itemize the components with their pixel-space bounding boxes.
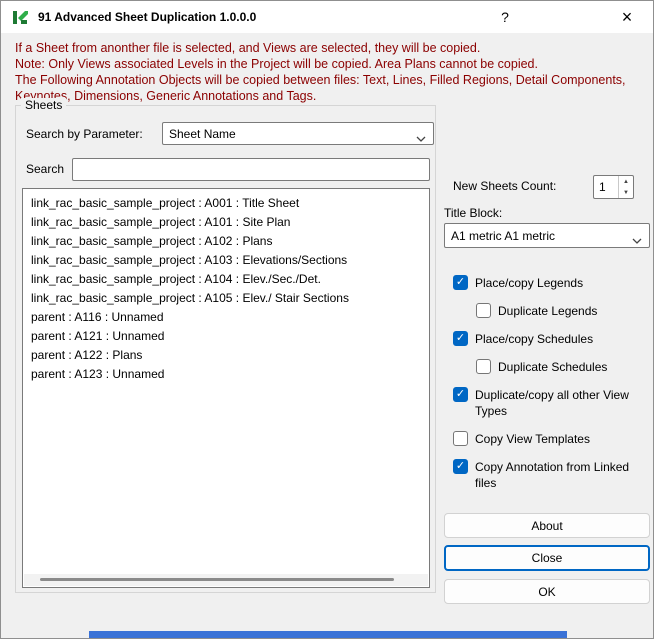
stepper-down-icon[interactable]: ▼ <box>619 187 633 198</box>
checkbox-unchecked-icon <box>453 431 468 446</box>
checkbox-checked-icon: ✓ <box>453 387 468 402</box>
window-title: 91 Advanced Sheet Duplication 1.0.0.0 <box>38 10 257 24</box>
checkbox-copy-annotation-from-linked-files[interactable]: ✓ Copy Annotation from Linked files <box>453 459 653 491</box>
close-button[interactable]: Close <box>444 545 650 571</box>
checkbox-unchecked-icon <box>476 303 491 318</box>
note-line-1: If a Sheet from anonther file is selecte… <box>15 41 481 55</box>
list-item[interactable]: link_rac_basic_sample_project : A105 : E… <box>23 289 429 308</box>
search-label: Search <box>26 162 65 176</box>
new-sheets-count-value: 1 <box>599 180 606 194</box>
title-block-label: Title Block: <box>444 206 503 220</box>
checkbox-label: Duplicate Schedules <box>498 360 608 374</box>
sheets-groupbox: Sheets Search by Parameter: Sheet Name S… <box>15 98 436 593</box>
list-item[interactable]: parent : A121 : Unnamed <box>23 327 429 346</box>
list-item[interactable]: parent : A116 : Unnamed <box>23 308 429 327</box>
checkbox-checked-icon: ✓ <box>453 275 468 290</box>
title-block-dropdown[interactable]: A1 metric A1 metric <box>444 223 650 248</box>
titlebar: 91 Advanced Sheet Duplication 1.0.0.0 ? … <box>1 1 653 33</box>
list-item[interactable]: link_rac_basic_sample_project : A103 : E… <box>23 251 429 270</box>
checkbox-duplicate-schedules[interactable]: Duplicate Schedules <box>476 359 653 375</box>
checkbox-duplicate-legends[interactable]: Duplicate Legends <box>476 303 653 319</box>
parameter-dropdown-value: Sheet Name <box>169 126 236 141</box>
list-item[interactable]: link_rac_basic_sample_project : A101 : S… <box>23 213 429 232</box>
search-by-parameter-label: Search by Parameter: <box>26 127 143 141</box>
new-sheets-count-label: New Sheets Count: <box>453 179 557 193</box>
list-item[interactable]: link_rac_basic_sample_project : A001 : T… <box>23 194 429 213</box>
note-line-3: The Following Annotation Objects will be… <box>15 73 626 103</box>
sheet-list: link_rac_basic_sample_project : A001 : T… <box>23 189 429 384</box>
chevron-down-icon <box>632 233 642 247</box>
checkbox-label: Copy View Templates <box>475 432 590 446</box>
checkbox-label: Place/copy Legends <box>475 276 584 290</box>
checkbox-place-copy-legends[interactable]: ✓ Place/copy Legends <box>453 275 653 291</box>
stepper-buttons: ▲ ▼ <box>618 176 633 198</box>
chevron-down-icon <box>416 131 426 145</box>
checkbox-checked-icon: ✓ <box>453 331 468 346</box>
ok-button[interactable]: OK <box>444 579 650 604</box>
dialog-window: 91 Advanced Sheet Duplication 1.0.0.0 ? … <box>0 0 654 639</box>
stepper-up-icon[interactable]: ▲ <box>619 176 633 187</box>
checkbox-unchecked-icon <box>476 359 491 374</box>
help-button[interactable]: ? <box>489 1 521 33</box>
scrollbar-thumb[interactable] <box>40 578 394 581</box>
new-sheets-count-stepper[interactable]: 1 ▲ ▼ <box>593 175 634 199</box>
parameter-dropdown[interactable]: Sheet Name <box>162 122 434 145</box>
checkbox-duplicate-copy-all-other-view-types[interactable]: ✓ Duplicate/copy all other View Types <box>453 387 653 419</box>
about-button[interactable]: About <box>444 513 650 538</box>
list-item[interactable]: link_rac_basic_sample_project : A102 : P… <box>23 232 429 251</box>
sheets-groupbox-title: Sheets <box>21 98 67 112</box>
background-window-strip <box>89 631 567 638</box>
list-item[interactable]: parent : A123 : Unnamed <box>23 365 429 384</box>
warning-notes: If a Sheet from anonther file is selecte… <box>15 40 647 104</box>
sheet-listbox[interactable]: link_rac_basic_sample_project : A001 : T… <box>22 188 430 588</box>
list-item[interactable]: link_rac_basic_sample_project : A104 : E… <box>23 270 429 289</box>
checkbox-label: Copy Annotation from Linked files <box>475 460 630 490</box>
window-close-button[interactable]: × <box>607 1 647 33</box>
checkbox-checked-icon: ✓ <box>453 459 468 474</box>
checkbox-group: ✓ Place/copy Legends Duplicate Legends ✓ Pla… <box>453 275 653 491</box>
app-logo-icon <box>12 9 29 26</box>
horizontal-scrollbar[interactable] <box>24 574 428 586</box>
search-input[interactable] <box>72 158 430 181</box>
checkbox-label: Duplicate/copy all other View Types <box>475 388 629 418</box>
checkbox-place-copy-schedules[interactable]: ✓ Place/copy Schedules <box>453 331 653 347</box>
title-block-dropdown-value: A1 metric A1 metric <box>451 228 556 243</box>
checkbox-copy-view-templates[interactable]: Copy View Templates <box>453 431 653 447</box>
checkbox-label: Duplicate Legends <box>498 304 598 318</box>
checkbox-label: Place/copy Schedules <box>475 332 594 346</box>
note-line-2: Note: Only Views associated Levels in th… <box>15 57 538 71</box>
list-item[interactable]: parent : A122 : Plans <box>23 346 429 365</box>
